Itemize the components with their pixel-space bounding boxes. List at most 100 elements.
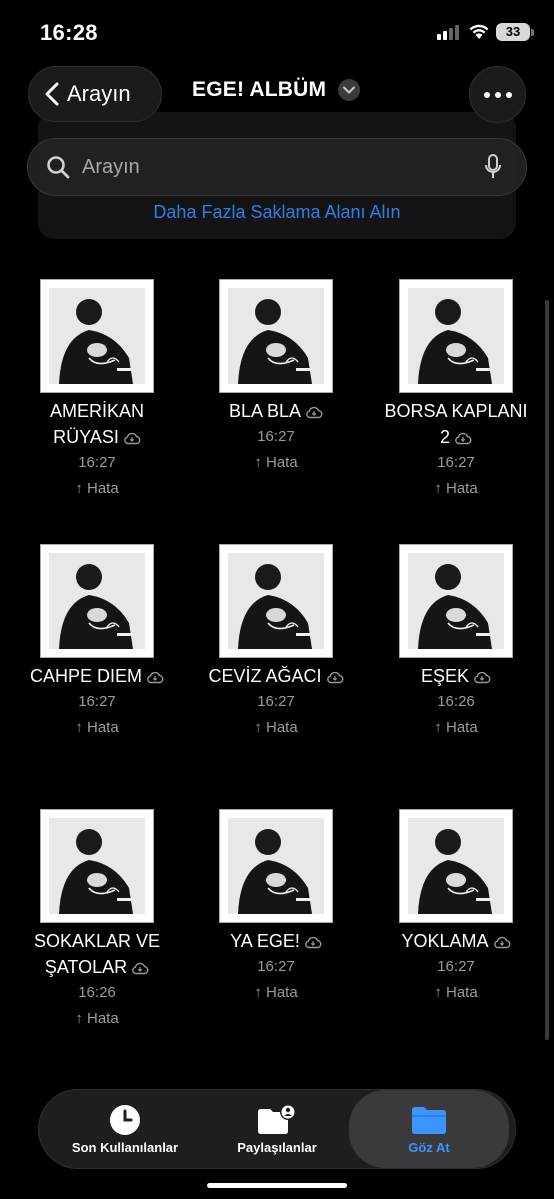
file-name-line: YA EGE! <box>186 928 366 956</box>
file-time: 16:26 <box>78 984 116 1001</box>
clock-icon <box>110 1105 140 1135</box>
file-name-text: CEVİZ AĞACI <box>208 666 322 686</box>
file-name-line: ŞATOLAR <box>7 954 187 982</box>
file-name-text: EŞEK <box>420 666 470 686</box>
file-name: EŞEK <box>366 663 546 691</box>
tab-recents-label: Son Kullanılanlar <box>71 1140 179 1155</box>
wifi-icon <box>469 24 489 39</box>
shared-folder-icon <box>258 1104 296 1134</box>
status-time: 16:28 <box>40 20 98 45</box>
file-thumbnail[interactable] <box>41 280 153 392</box>
tab-browse-label: Göz At <box>408 1140 450 1155</box>
file-time: 16:27 <box>257 958 295 975</box>
icloud-download-icon <box>454 426 472 452</box>
file-name: YOKLAMA <box>366 928 546 956</box>
icloud-download-icon <box>146 665 164 691</box>
battery-tip <box>531 29 534 36</box>
microphone-icon[interactable] <box>484 154 502 180</box>
back-button-label: Arayın <box>67 81 131 106</box>
upload-status: ↑ Hata <box>434 480 478 497</box>
file-time: 16:27 <box>437 454 475 471</box>
file-name: AMERİKAN RÜYASI <box>7 398 187 452</box>
album-cover-image <box>49 288 145 384</box>
file-name-line: CAHPE DIEM <box>7 663 187 691</box>
album-cover-image <box>228 553 324 649</box>
file-name-text: BORSA KAPLANI <box>384 401 528 421</box>
file-name: YA EGE! <box>186 928 366 956</box>
icloud-download-icon <box>473 665 491 691</box>
file-time: 16:26 <box>437 693 475 710</box>
status-bar: 16:28 33 <box>0 0 554 62</box>
album-cover-image <box>49 553 145 649</box>
icloud-download-icon <box>123 426 141 452</box>
file-thumbnail[interactable] <box>220 280 332 392</box>
file-name-line: YOKLAMA <box>366 928 546 956</box>
file-name-text: YA EGE! <box>230 931 300 951</box>
chevron-down-icon <box>338 79 361 101</box>
file-name-text: 2 <box>439 427 450 447</box>
file-name-line: RÜYASI <box>7 424 187 452</box>
file-name-line: BORSA KAPLANI <box>366 398 546 424</box>
file-name: BLA BLA <box>186 398 366 426</box>
file-thumbnail[interactable] <box>400 810 512 922</box>
file-thumbnail[interactable] <box>220 810 332 922</box>
file-name-line: EŞEK <box>366 663 546 691</box>
album-cover-image <box>228 818 324 914</box>
file-name-line: CEVİZ AĞACI <box>186 663 366 691</box>
file-thumbnail[interactable] <box>400 280 512 392</box>
file-thumbnail[interactable] <box>41 810 153 922</box>
upload-status: ↑ Hata <box>75 719 119 736</box>
icloud-download-icon <box>326 665 344 691</box>
file-time: 16:27 <box>78 454 116 471</box>
file-name-text: BLA BLA <box>228 401 302 421</box>
tab-browse[interactable]: Göz At <box>349 1090 509 1168</box>
home-indicator <box>207 1183 347 1188</box>
file-name-line: BLA BLA <box>186 398 366 426</box>
file-name-line: SOKAKLAR VE <box>7 928 187 954</box>
folder-title-menu[interactable]: EGE! ALBÜM <box>192 78 361 102</box>
upload-status: ↑ Hata <box>434 719 478 736</box>
file-name-text: AMERİKAN <box>49 401 145 421</box>
file-name-text: SOKAKLAR VE <box>33 931 161 951</box>
search-icon <box>47 156 70 179</box>
tab-shared-label: Paylaşılanlar <box>237 1140 317 1155</box>
upload-status: ↑ Hata <box>75 480 119 497</box>
album-cover-image <box>49 818 145 914</box>
album-cover-image <box>408 288 504 384</box>
file-thumbnail[interactable] <box>220 545 332 657</box>
chevron-left-icon <box>45 82 59 106</box>
ellipsis-icon <box>483 91 512 98</box>
tab-shared[interactable]: Paylaşılanlar <box>197 1090 357 1168</box>
file-name-line: AMERİKAN <box>7 398 187 424</box>
upload-status: ↑ Hata <box>254 719 298 736</box>
back-button[interactable]: Arayın <box>28 66 162 122</box>
file-name: CEVİZ AĞACI <box>186 663 366 691</box>
search-input[interactable]: Arayın <box>82 156 484 179</box>
cellular-signal-icon <box>437 25 459 40</box>
upload-status: ↑ Hata <box>254 454 298 471</box>
icloud-download-icon <box>493 930 511 956</box>
file-thumbnail[interactable] <box>41 545 153 657</box>
file-name: SOKAKLAR VE ŞATOLAR <box>7 928 187 982</box>
icloud-download-icon <box>131 956 149 982</box>
folder-title: EGE! ALBÜM <box>192 78 327 101</box>
album-cover-image <box>228 288 324 384</box>
upload-status: ↑ Hata <box>434 984 478 1001</box>
get-more-storage-link[interactable]: Daha Fazla Saklama Alanı Alın <box>38 202 516 223</box>
album-cover-image <box>408 553 504 649</box>
tab-bar: Son Kullanılanlar Paylaşılanlar Göz At <box>38 1089 516 1169</box>
file-name-text: CAHPE DIEM <box>29 666 143 686</box>
file-name-text: RÜYASI <box>53 427 119 447</box>
tab-recents[interactable]: Son Kullanılanlar <box>45 1090 205 1168</box>
file-name-text: YOKLAMA <box>401 931 489 951</box>
search-bar[interactable]: Arayın <box>27 138 527 196</box>
file-name: BORSA KAPLANI 2 <box>366 398 546 452</box>
icloud-download-icon <box>304 930 322 956</box>
file-name-line: 2 <box>366 424 546 452</box>
more-options-button[interactable] <box>469 66 526 123</box>
upload-status: ↑ Hata <box>75 1010 119 1027</box>
album-cover-image <box>408 818 504 914</box>
file-name: CAHPE DIEM <box>7 663 187 691</box>
icloud-download-icon <box>305 400 323 426</box>
file-thumbnail[interactable] <box>400 545 512 657</box>
